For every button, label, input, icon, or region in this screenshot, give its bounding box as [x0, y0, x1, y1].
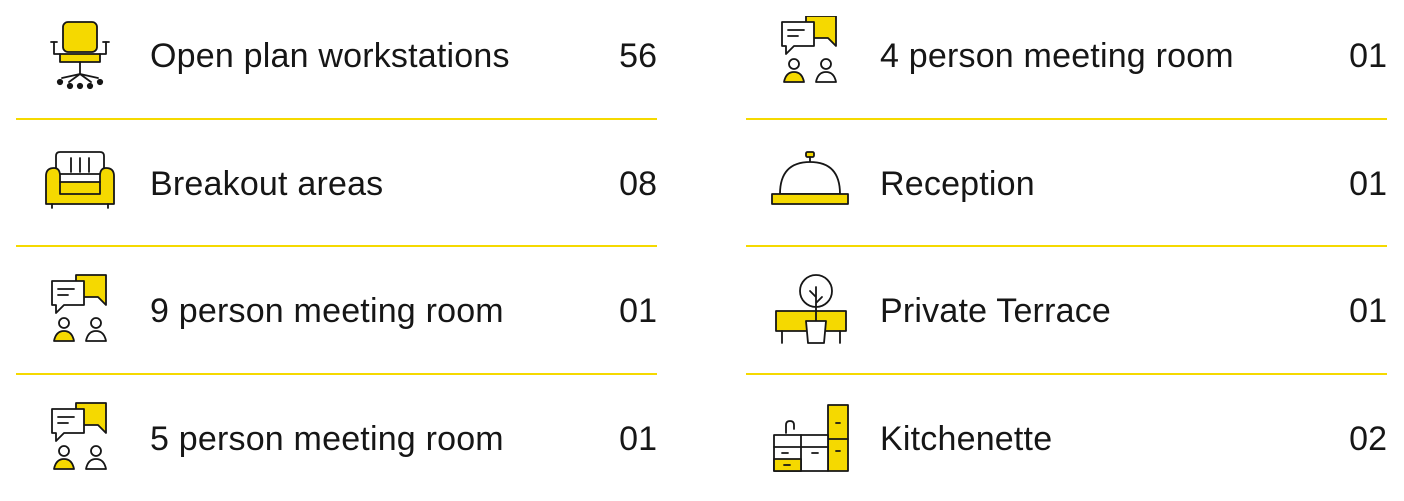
amenity-row-workstations: Open plan workstations 56: [16, 18, 657, 118]
amenity-row-meeting-9: 9 person meeting room 01: [16, 273, 657, 373]
reception-bell-icon: [770, 144, 850, 224]
row-divider: [16, 373, 657, 375]
meeting-chat-icon: [40, 271, 120, 351]
left-amenities-column: Open plan workstations 56 Breakout areas…: [16, 0, 657, 471]
amenity-row-kitchenette: Kitchenette 02: [746, 401, 1387, 501]
amenity-label: 4 person meeting room: [880, 37, 1234, 75]
row-divider: [746, 118, 1387, 120]
amenity-label: 9 person meeting room: [150, 292, 504, 330]
amenity-label: Reception: [880, 165, 1035, 203]
amenity-row-meeting-5: 5 person meeting room 01: [16, 401, 657, 501]
terrace-tree-icon: [770, 271, 850, 351]
amenity-label: Open plan workstations: [150, 37, 510, 75]
amenity-row-breakout: Breakout areas 08: [16, 146, 657, 246]
row-divider: [16, 245, 657, 247]
right-amenities-column: 4 person meeting room 01 Reception 01 Pr…: [746, 0, 1387, 472]
amenity-label: Breakout areas: [150, 165, 384, 203]
amenity-count: 01: [619, 420, 657, 458]
amenity-count: 08: [619, 165, 657, 203]
amenity-label: Kitchenette: [880, 420, 1053, 458]
amenity-count: 01: [1349, 37, 1387, 75]
amenity-row-terrace: Private Terrace 01: [746, 273, 1387, 373]
amenity-row-meeting-4: 4 person meeting room 01: [746, 16, 1387, 118]
amenity-label: 5 person meeting room: [150, 420, 504, 458]
amenity-count: 56: [619, 37, 657, 75]
amenity-label: Private Terrace: [880, 292, 1112, 330]
row-divider: [746, 245, 1387, 247]
meeting-chat-icon: [770, 16, 850, 96]
row-divider: [16, 118, 657, 120]
meeting-chat-icon: [40, 399, 120, 479]
armchair-icon: [40, 144, 120, 224]
office-chair-icon: [40, 16, 120, 96]
amenity-count: 01: [1349, 165, 1387, 203]
amenity-row-reception: Reception 01: [746, 146, 1387, 246]
amenity-count: 01: [619, 292, 657, 330]
kitchen-cabinets-icon: [770, 399, 850, 479]
amenity-count: 01: [1349, 292, 1387, 330]
amenity-count: 02: [1349, 420, 1387, 458]
row-divider: [746, 373, 1387, 375]
